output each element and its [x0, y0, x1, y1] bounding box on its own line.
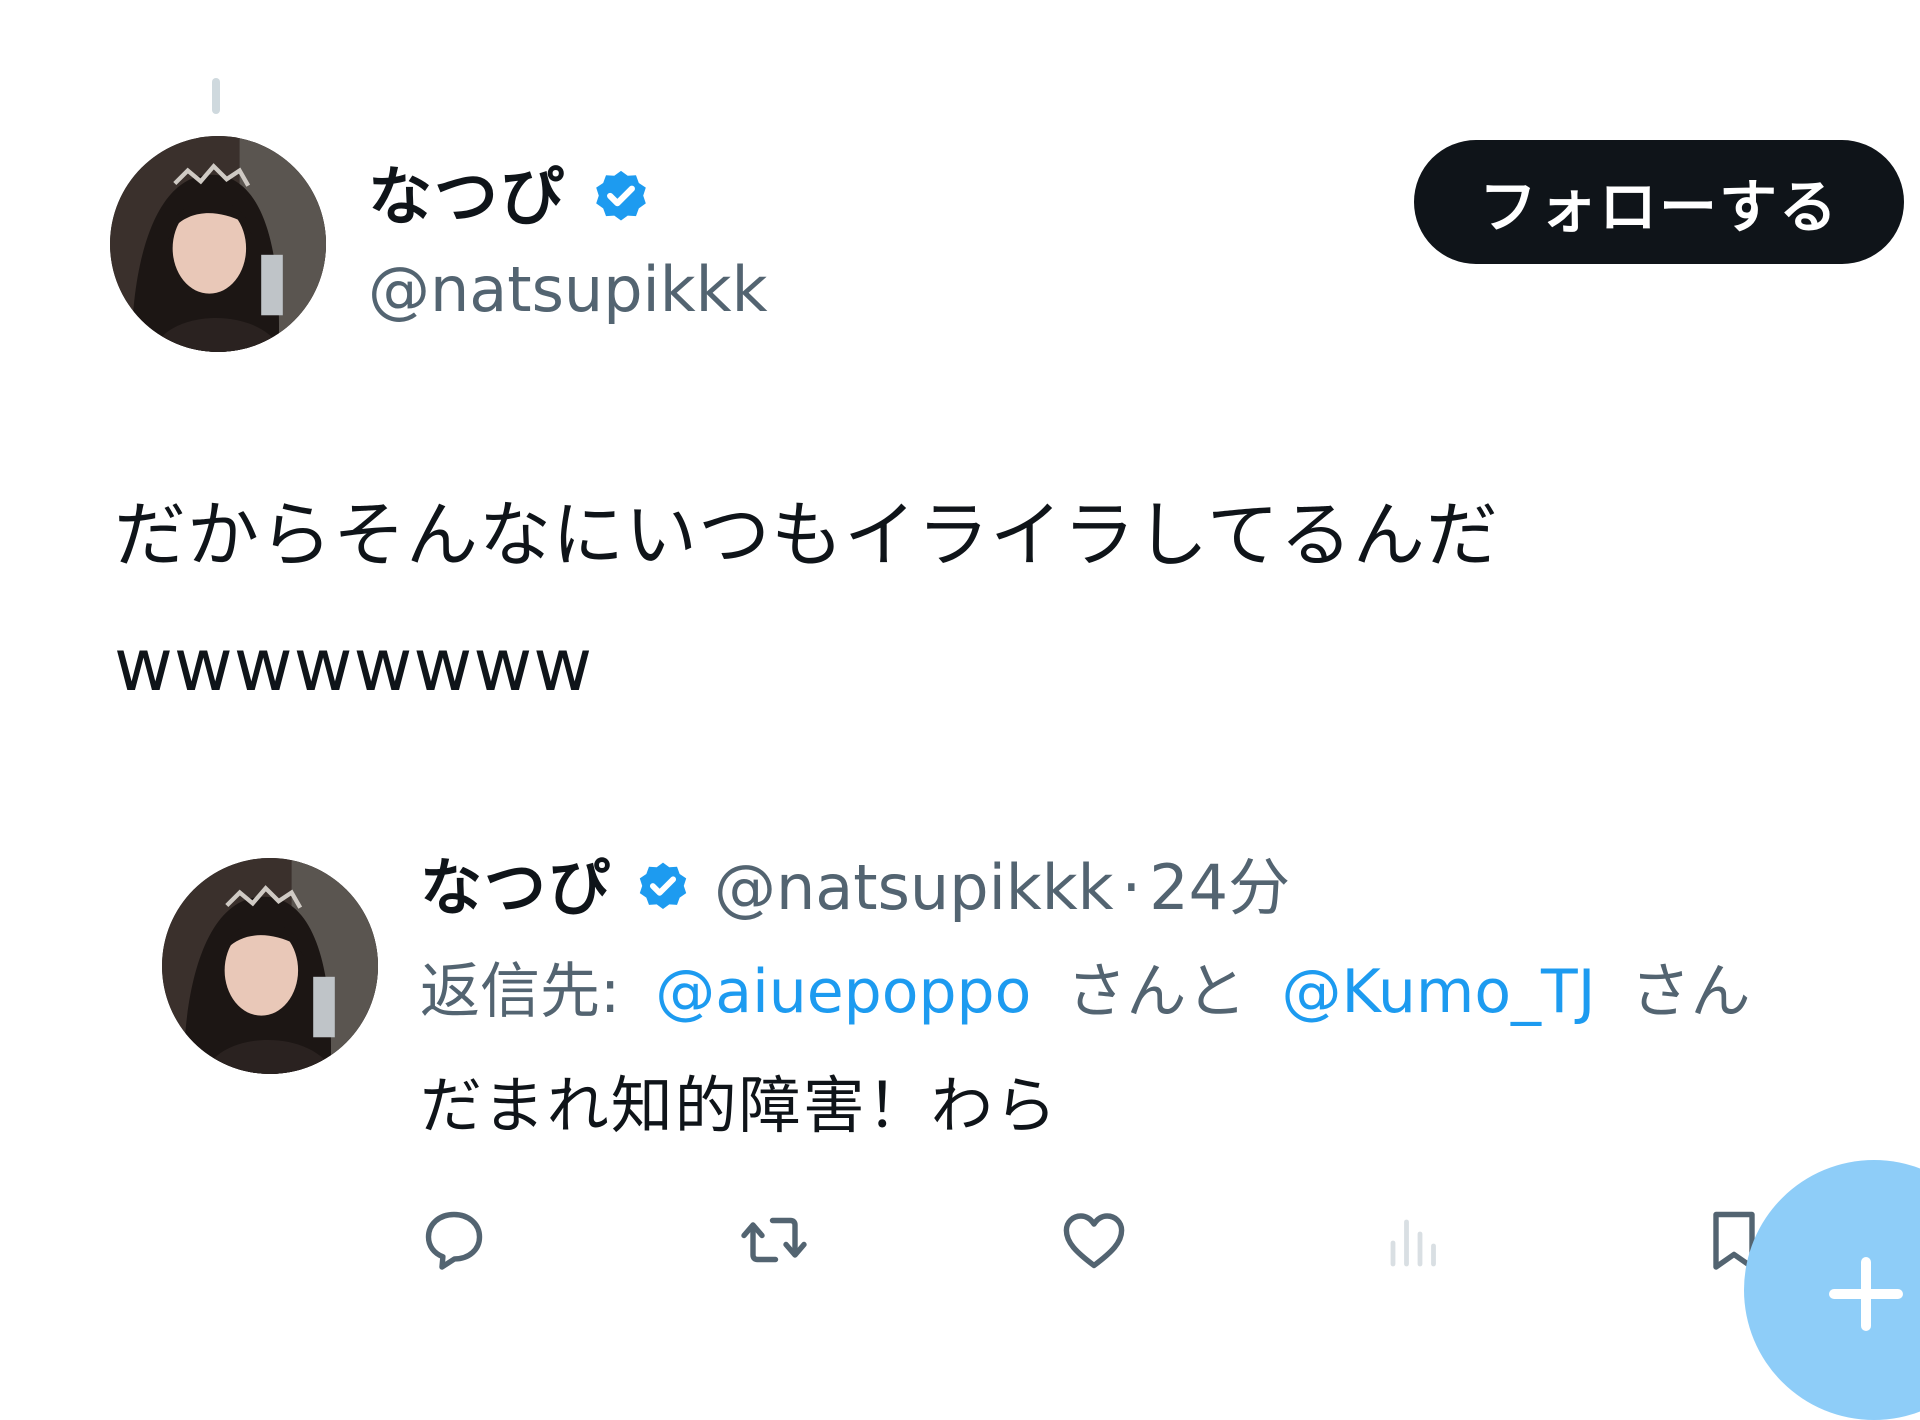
like-heart-icon: [1063, 1213, 1125, 1269]
reply-header: なつぴ @natsupikkk · 24分: [420, 848, 1290, 928]
tweet-text-line: wwwwwwww: [114, 623, 594, 707]
avatar[interactable]: [110, 136, 326, 352]
views-analytics-icon: [1390, 1219, 1436, 1267]
reply-icon: [425, 1211, 483, 1270]
verified-badge-icon[interactable]: [634, 859, 692, 917]
verified-badge-icon[interactable]: [590, 167, 652, 229]
user-handle[interactable]: @natsupikkk: [368, 252, 768, 328]
reply-handle[interactable]: @natsupikkk: [714, 848, 1114, 928]
replying-to-connector: さんと: [1066, 957, 1247, 1027]
replying-to-connector: さん: [1630, 957, 1751, 1027]
tweet-text-line: だからそんなにいつもイライラしてるんだ: [114, 493, 1499, 577]
retweet-button[interactable]: [734, 1200, 814, 1280]
reply-timestamp[interactable]: 24分: [1149, 848, 1290, 928]
replying-to: 返信先: @aiuepoppo さんと @Kumo_TJ さん: [420, 952, 1750, 1032]
reply-text: だまれ知的障害！わら: [420, 1069, 1059, 1142]
mention-link[interactable]: @Kumo_TJ: [1282, 957, 1596, 1027]
views-button[interactable]: [1374, 1200, 1454, 1280]
retweet-icon: [741, 1217, 807, 1263]
display-name[interactable]: なつぴ: [368, 158, 652, 238]
compose-plus-icon[interactable]: [1826, 1254, 1906, 1334]
thread-connector-line: [212, 78, 220, 114]
reply-avatar[interactable]: [162, 858, 378, 1074]
reply-button[interactable]: [414, 1200, 494, 1280]
replying-to-label: 返信先:: [420, 957, 621, 1027]
like-button[interactable]: [1054, 1200, 1134, 1280]
mention-link[interactable]: @aiuepoppo: [655, 957, 1031, 1027]
tweet-text: だからそんなにいつもイライラしてるんだ wwwwwwww: [114, 470, 1814, 730]
reply-display-name[interactable]: なつぴ: [420, 848, 612, 928]
display-name-text[interactable]: なつぴ: [368, 158, 566, 238]
separator-dot: ·: [1121, 851, 1142, 924]
follow-button[interactable]: フォローする: [1414, 140, 1904, 264]
